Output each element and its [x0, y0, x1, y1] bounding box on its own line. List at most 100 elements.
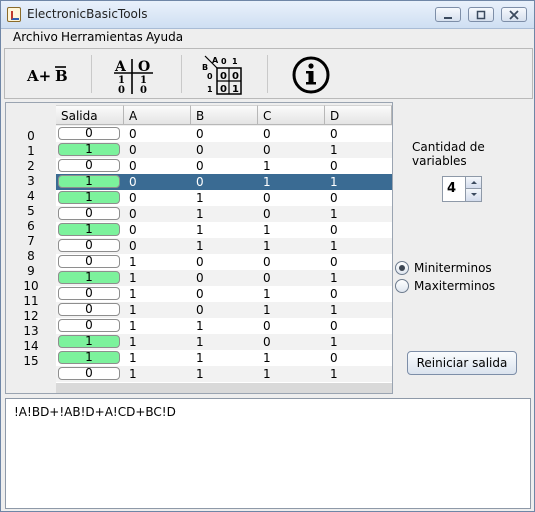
karnaugh-map-button[interactable]: A B 0 1 0 1 0 0 0 1 — [191, 50, 261, 98]
spinner-down-button[interactable] — [465, 189, 481, 201]
table-cell-d[interactable]: 0 — [327, 319, 391, 334]
table-cell-b[interactable]: 1 — [193, 207, 257, 222]
table-cell-b[interactable]: 0 — [193, 287, 257, 302]
output-toggle-button[interactable]: 0 — [58, 239, 120, 252]
column-header-d[interactable]: D — [325, 105, 392, 125]
table-cell-b[interactable]: 0 — [193, 255, 257, 270]
table-cell-c[interactable]: 1 — [260, 351, 324, 366]
output-toggle-button[interactable]: 0 — [58, 303, 120, 316]
table-cell-b[interactable]: 0 — [193, 303, 257, 318]
table-cell-a[interactable]: 0 — [126, 223, 190, 238]
column-header-salida[interactable]: Salida — [56, 105, 124, 125]
table-cell-b[interactable]: 1 — [193, 239, 257, 254]
variables-value[interactable]: 4 — [447, 181, 456, 196]
table-row[interactable]: 01010 — [56, 286, 392, 302]
table-cell-d[interactable]: 1 — [327, 239, 391, 254]
table-cell-c[interactable]: 0 — [260, 191, 324, 206]
horizontal-scrollbar[interactable] — [56, 383, 392, 393]
table-row[interactable]: 00010 — [56, 158, 392, 174]
table-cell-d[interactable]: 0 — [327, 223, 391, 238]
table-row[interactable]: 01100 — [56, 318, 392, 334]
table-cell-d[interactable]: 1 — [327, 143, 391, 158]
table-cell-b[interactable]: 1 — [193, 319, 257, 334]
table-cell-d[interactable]: 1 — [327, 335, 391, 350]
table-row[interactable]: 11110 — [56, 350, 392, 366]
table-cell-a[interactable]: 1 — [126, 319, 190, 334]
table-cell-c[interactable]: 1 — [260, 175, 324, 190]
table-cell-a[interactable]: 1 — [126, 271, 190, 286]
output-toggle-button[interactable]: 1 — [58, 335, 120, 348]
output-toggle-button[interactable]: 0 — [58, 287, 120, 300]
table-cell-c[interactable]: 1 — [260, 367, 324, 382]
menu-herramientas[interactable]: Herramientas — [61, 30, 143, 44]
variables-spinner[interactable]: 4 — [442, 176, 482, 202]
miniterminos-radio[interactable] — [395, 261, 409, 275]
output-toggle-button[interactable]: 0 — [58, 255, 120, 268]
table-cell-d[interactable]: 1 — [327, 303, 391, 318]
table-cell-a[interactable]: 1 — [126, 255, 190, 270]
maximize-button[interactable] — [468, 7, 494, 22]
table-cell-d[interactable]: 0 — [327, 159, 391, 174]
table-cell-d[interactable]: 0 — [327, 287, 391, 302]
table-cell-b[interactable]: 1 — [193, 223, 257, 238]
table-row[interactable]: 11001 — [56, 270, 392, 286]
output-toggle-button[interactable]: 1 — [58, 191, 120, 204]
output-toggle-button[interactable]: 1 — [58, 175, 120, 188]
miniterminos-label[interactable]: Miniterminos — [414, 261, 492, 275]
table-cell-a[interactable]: 1 — [126, 303, 190, 318]
table-row[interactable]: 01111 — [56, 366, 392, 382]
output-toggle-button[interactable]: 0 — [58, 319, 120, 332]
output-toggle-button[interactable]: 0 — [58, 127, 120, 140]
output-toggle-button[interactable]: 1 — [58, 223, 120, 236]
table-cell-c[interactable]: 0 — [260, 207, 324, 222]
output-toggle-button[interactable]: 1 — [58, 143, 120, 156]
table-cell-c[interactable]: 1 — [260, 223, 324, 238]
table-cell-c[interactable]: 0 — [260, 255, 324, 270]
table-cell-a[interactable]: 0 — [126, 127, 190, 142]
table-cell-d[interactable]: 0 — [327, 255, 391, 270]
table-cell-d[interactable]: 1 — [327, 175, 391, 190]
table-cell-a[interactable]: 1 — [126, 367, 190, 382]
table-cell-c[interactable]: 0 — [260, 127, 324, 142]
table-row[interactable]: 10100 — [56, 190, 392, 206]
column-header-b[interactable]: B — [191, 105, 258, 125]
table-cell-b[interactable]: 0 — [193, 175, 257, 190]
table-cell-c[interactable]: 0 — [260, 335, 324, 350]
table-cell-d[interactable]: 0 — [327, 351, 391, 366]
table-cell-b[interactable]: 1 — [193, 367, 257, 382]
table-row[interactable]: 10110 — [56, 222, 392, 238]
output-toggle-button[interactable]: 0 — [58, 159, 120, 172]
output-toggle-button[interactable]: 0 — [58, 367, 120, 380]
output-toggle-button[interactable]: 1 — [58, 351, 120, 364]
table-cell-a[interactable]: 0 — [126, 159, 190, 174]
table-cell-b[interactable]: 0 — [193, 143, 257, 158]
close-button[interactable] — [501, 7, 527, 22]
truth-table-button[interactable]: A O 1 0 1 0 — [101, 50, 171, 98]
table-cell-c[interactable]: 0 — [260, 271, 324, 286]
table-cell-a[interactable]: 0 — [126, 143, 190, 158]
table-row[interactable]: 11101 — [56, 334, 392, 350]
table-cell-d[interactable]: 0 — [327, 127, 391, 142]
reset-output-button[interactable]: Reiniciar salida — [407, 351, 517, 375]
table-row[interactable]: 01011 — [56, 302, 392, 318]
table-row[interactable]: 10011 — [56, 174, 392, 190]
menu-archivo[interactable]: Archivo — [13, 30, 58, 44]
table-cell-b[interactable]: 1 — [193, 335, 257, 350]
table-cell-b[interactable]: 1 — [193, 191, 257, 206]
table-cell-d[interactable]: 0 — [327, 191, 391, 206]
table-cell-a[interactable]: 0 — [126, 191, 190, 206]
menu-ayuda[interactable]: Ayuda — [146, 30, 183, 44]
column-header-a[interactable]: A — [124, 105, 191, 125]
expression-output-area[interactable]: !A!BD+!AB!D+A!CD+BC!D — [5, 398, 531, 509]
table-cell-a[interactable]: 0 — [126, 207, 190, 222]
column-header-c[interactable]: C — [258, 105, 325, 125]
table-cell-a[interactable]: 1 — [126, 351, 190, 366]
output-toggle-button[interactable]: 0 — [58, 207, 120, 220]
minimize-button[interactable] — [435, 7, 461, 22]
table-cell-c[interactable]: 1 — [260, 239, 324, 254]
table-cell-c[interactable]: 0 — [260, 143, 324, 158]
table-cell-b[interactable]: 0 — [193, 271, 257, 286]
table-cell-b[interactable]: 0 — [193, 127, 257, 142]
spinner-up-button[interactable] — [465, 177, 481, 189]
maxiterminos-radio[interactable] — [395, 279, 409, 293]
